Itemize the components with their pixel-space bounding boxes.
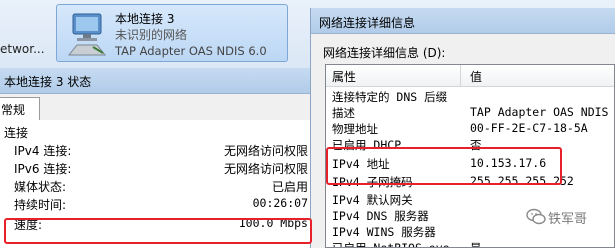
row-label: IPv6 连接: xyxy=(14,162,72,176)
row-value: 无网络访问权限 xyxy=(223,144,308,158)
property-name: 物理地址 xyxy=(332,122,378,136)
row-label: IPv4 连接: xyxy=(14,144,72,158)
adapter-tile[interactable]: 本地连接 3 未识别的网络 TAP Adapter OAS NDIS 6.0 xyxy=(56,4,288,62)
media-state-row: 媒体状态: 已启用 xyxy=(14,178,308,195)
adapter-name: 本地连接 3 xyxy=(115,12,175,26)
property-value: 是 xyxy=(470,241,482,248)
property-value: TAP Adapter OAS NDIS 6.0 xyxy=(470,105,614,119)
watermark: 铁军哥 xyxy=(524,204,614,230)
row-label: 媒体状态: xyxy=(14,180,67,194)
row-value: 00:26:07 xyxy=(252,196,308,210)
column-header-property[interactable]: 属性 xyxy=(332,68,356,85)
property-name: 连接特定的 DNS 后缀 xyxy=(332,90,448,104)
list-item[interactable]: 物理地址 00-FF-2E-C7-18-5A xyxy=(326,120,614,136)
ipv6-connectivity-row: IPv6 连接: 无网络访问权限 xyxy=(14,160,308,177)
adapter-description: TAP Adapter OAS NDIS 6.0 xyxy=(115,44,267,58)
watermark-text: 铁军哥 xyxy=(548,212,588,227)
property-name: IPv4 默认网关 xyxy=(332,193,413,207)
wechat-icon xyxy=(526,208,546,225)
list-item[interactable]: 已启用 NetBIOS ove... 是 xyxy=(326,239,614,248)
property-value: 00-FF-2E-C7-18-5A xyxy=(470,121,588,135)
speed-highlight-box xyxy=(4,218,312,244)
column-divider[interactable] xyxy=(460,65,461,86)
property-name: IPv4 WINS 服务器 xyxy=(332,225,436,239)
status-dialog-title: 本地连接 3 状态 xyxy=(4,75,92,89)
row-value: 已启用 xyxy=(271,180,308,194)
tab-strip: 常规 xyxy=(0,94,318,121)
row-label: 持续时间: xyxy=(14,198,67,212)
list-item[interactable]: 连接特定的 DNS 后缀 xyxy=(326,88,614,104)
adapter-status: 未识别的网络 xyxy=(115,28,188,42)
ipv4-connectivity-row: IPv4 连接: 无网络访问权限 xyxy=(14,142,308,159)
connection-section-label: 连接 xyxy=(4,126,29,140)
property-name: IPv4 DNS 服务器 xyxy=(332,209,429,223)
details-caption: 网络连接详细信息 (D): xyxy=(323,46,446,60)
list-header: 属性 值 xyxy=(326,65,614,87)
tab-general-label: 常规 xyxy=(1,103,26,117)
network-adapter-icon xyxy=(67,13,107,56)
duration-row: 持续时间: 00:26:07 xyxy=(14,196,308,213)
details-dialog-title: 网络连接详细信息 xyxy=(319,16,416,30)
status-titlebar[interactable]: 本地连接 3 状态 xyxy=(0,68,318,94)
property-name: 已启用 NetBIOS ove... xyxy=(332,241,471,248)
details-titlebar[interactable]: 网络连接详细信息 xyxy=(311,8,615,34)
tab-general[interactable]: 常规 xyxy=(0,97,40,120)
network-left-label: etwor... xyxy=(0,42,45,56)
property-name: 描述 xyxy=(332,106,355,120)
list-item[interactable]: 描述 TAP Adapter OAS NDIS 6.0 xyxy=(326,104,614,120)
column-header-value[interactable]: 值 xyxy=(470,68,482,85)
row-value: 无网络访问权限 xyxy=(223,162,308,176)
ipv4-highlight-box xyxy=(326,147,562,185)
